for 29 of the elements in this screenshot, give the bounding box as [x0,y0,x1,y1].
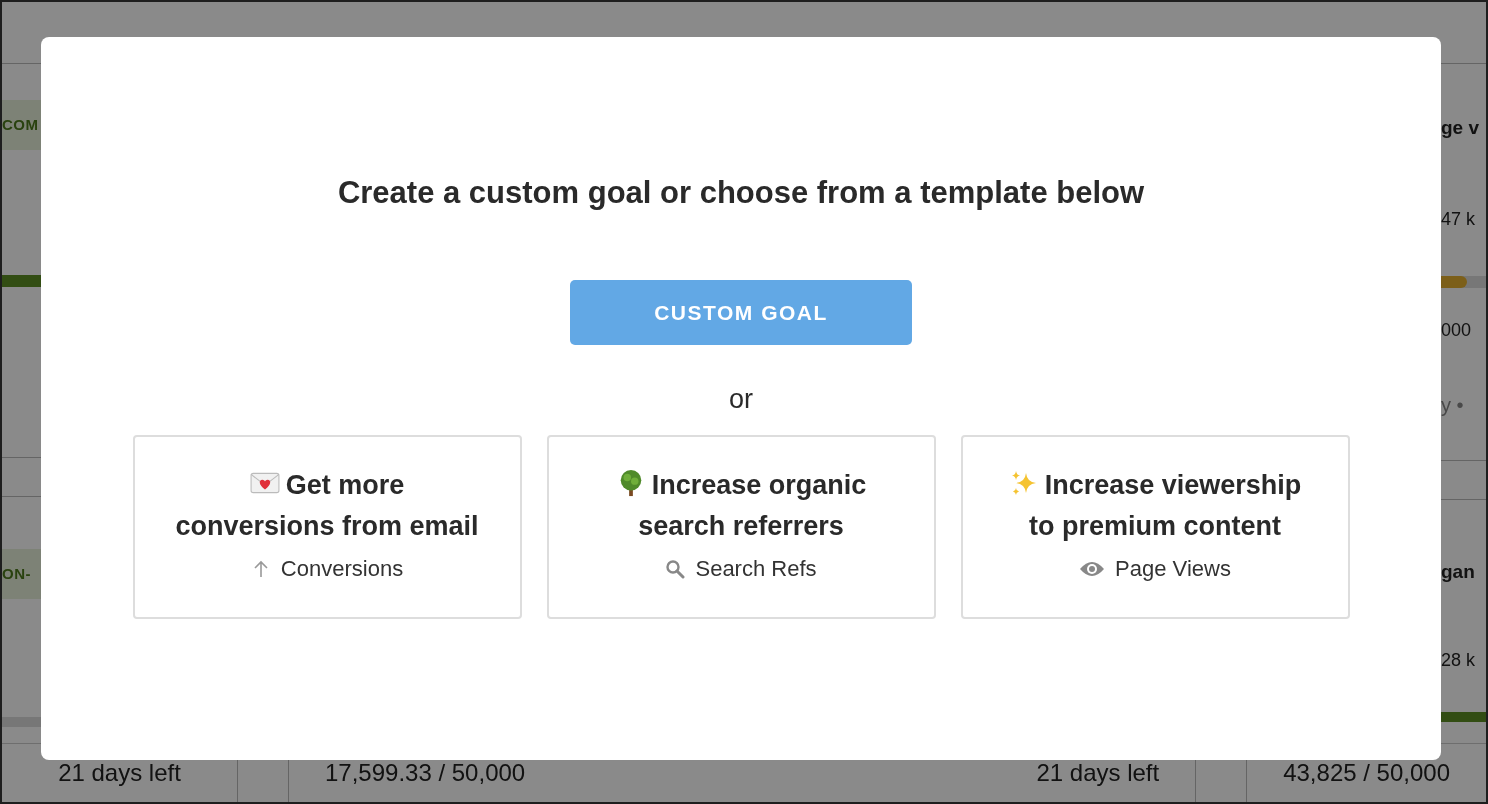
search-icon [665,559,686,579]
template-card[interactable]: Get more conversions from email Conversions [132,435,522,619]
template-card[interactable]: Increase viewership to premium content Page Views [960,435,1350,619]
progress-track [2,717,41,727]
template-card[interactable]: Increase organic search referrers Search Refs [546,435,936,619]
value-text: 28 k [1441,649,1477,672]
note-text: y • [1441,393,1465,418]
metric-label: Page Views [1115,556,1231,582]
card-heading: ge v [1441,116,1481,140]
template-title: conversions from email [175,511,479,541]
days-left-text: 21 days left [58,759,181,787]
metric-label: Search Refs [695,556,817,582]
template-title: search referrers [638,511,844,541]
tag-label: COM [2,100,41,150]
eye-icon [1079,560,1106,578]
progress-text: 17,599.33 / 50,000 [325,759,526,787]
template-title: Increase organic [651,470,867,500]
separator-text: or [729,383,753,416]
metric-label: Conversions [280,556,404,582]
template-title: Increase viewership [1044,470,1302,500]
template-title: to premium content [1029,511,1281,541]
progress-text: 43,825 / 50,000 [1283,759,1450,787]
value-text: 47 k [1441,208,1477,231]
target-text: 000 [1441,319,1473,342]
dialog-title: Create a custom goal or choose from a template below [337,174,1145,212]
days-left-text: 21 days left [1036,759,1160,787]
card-heading: gan [1441,560,1476,584]
template-title: Get more [285,470,405,500]
tag-label: ON- [2,549,41,599]
